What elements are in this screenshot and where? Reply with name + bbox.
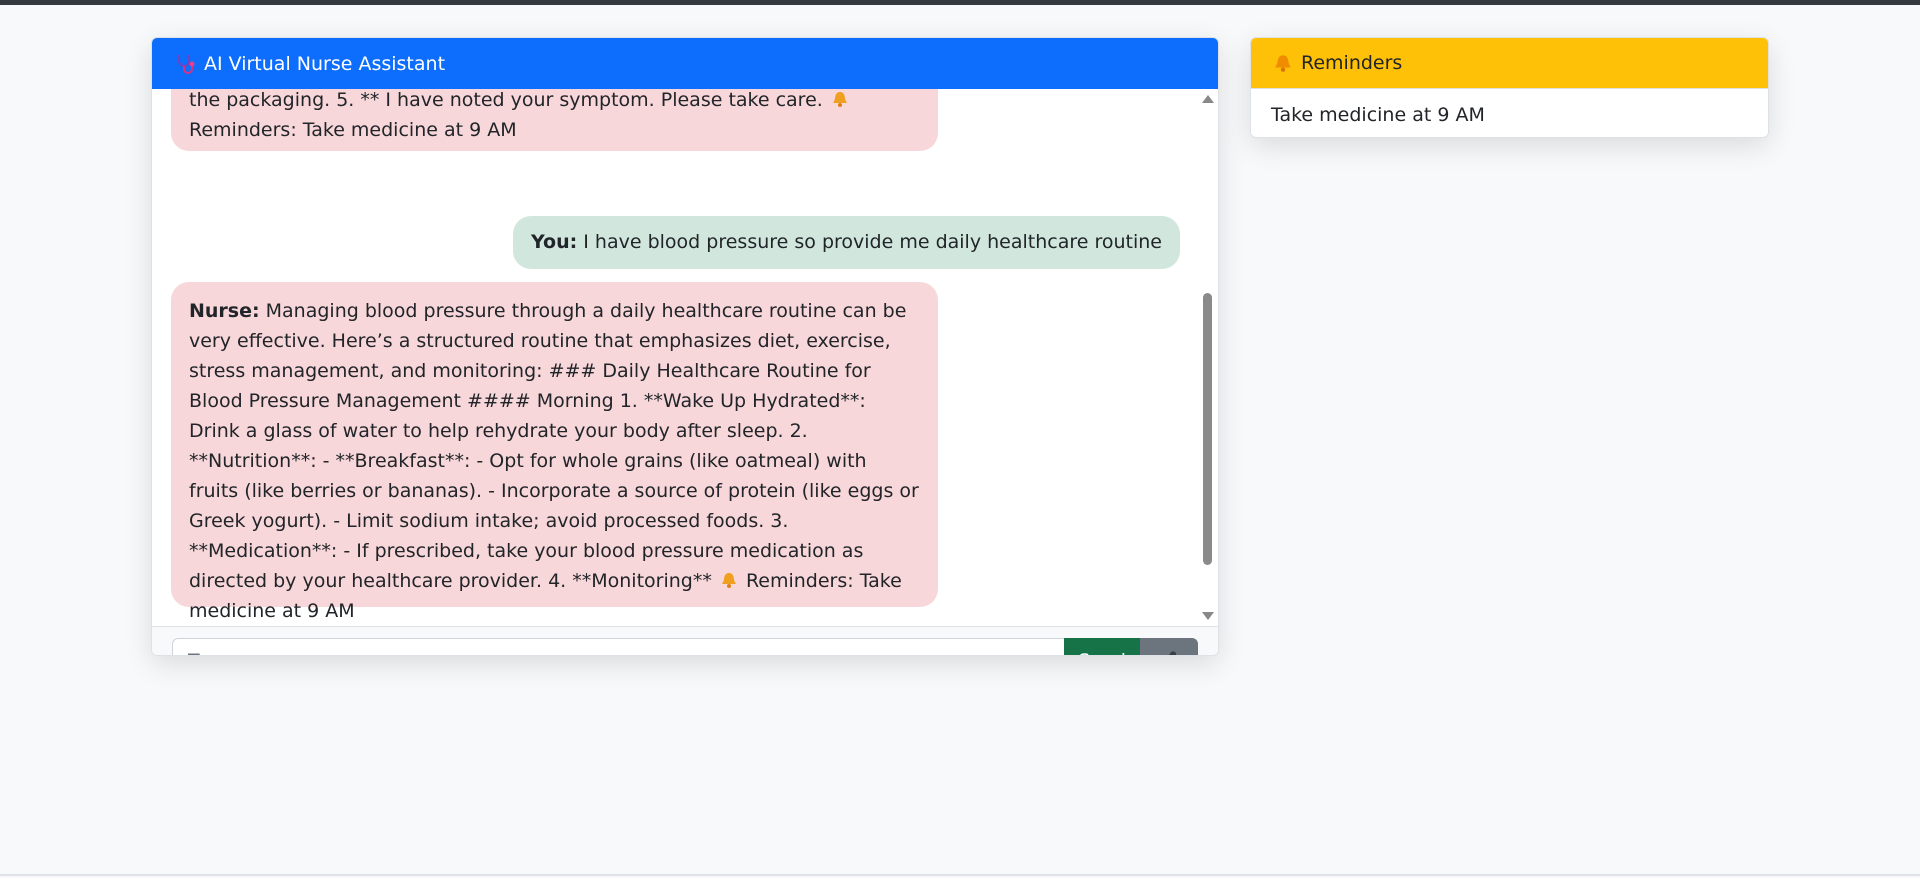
chat-header: AI Virtual Nurse Assistant (152, 38, 1218, 89)
top-bar (0, 0, 1920, 5)
message-text: Managing blood pressure through a daily … (189, 300, 919, 592)
scroll-up-arrow-icon[interactable] (1202, 95, 1214, 103)
chat-messages[interactable]: the packaging. 5. ** I have noted your s… (152, 89, 1218, 626)
microphone-button[interactable] (1140, 638, 1198, 655)
scroll-thumb[interactable] (1203, 293, 1212, 565)
nurse-message: the packaging. 5. ** I have noted your s… (171, 89, 938, 151)
chat-title: AI Virtual Nurse Assistant (204, 52, 446, 75)
sender-label: Nurse: (189, 300, 260, 322)
message-text: the packaging. 5. ** I have noted your s… (189, 89, 823, 111)
stethoscope-icon (174, 53, 196, 75)
microphone-icon (1158, 649, 1180, 655)
message-input[interactable] (172, 638, 1064, 655)
reminders-header: Reminders (1251, 38, 1768, 89)
bell-icon (720, 568, 738, 588)
chat-footer: Send (152, 626, 1218, 655)
bottom-divider (0, 874, 1920, 876)
user-message: You: I have blood pressure so provide me… (513, 216, 1180, 269)
sender-label: You: (531, 231, 578, 253)
reminder-item: Take medicine at 9 AM (1271, 104, 1485, 126)
send-button[interactable]: Send (1064, 638, 1140, 655)
nurse-message: Nurse: Managing blood pressure through a… (171, 282, 938, 622)
bell-icon (1273, 53, 1293, 73)
reminders-list: Take medicine at 9 AM (1251, 89, 1768, 137)
chat-scrollbar[interactable] (1198, 89, 1218, 626)
message-input-group: Send (172, 638, 1198, 655)
bell-icon (831, 89, 849, 107)
message-text: I have blood pressure so provide me dail… (583, 231, 1162, 253)
scroll-down-arrow-icon[interactable] (1202, 612, 1214, 620)
chat-card: AI Virtual Nurse Assistant the packaging… (151, 37, 1219, 656)
reminders-card: Reminders Take medicine at 9 AM (1250, 37, 1769, 138)
reminder-text: Reminders: Take medicine at 9 AM (189, 119, 517, 141)
reminders-title: Reminders (1301, 52, 1403, 74)
